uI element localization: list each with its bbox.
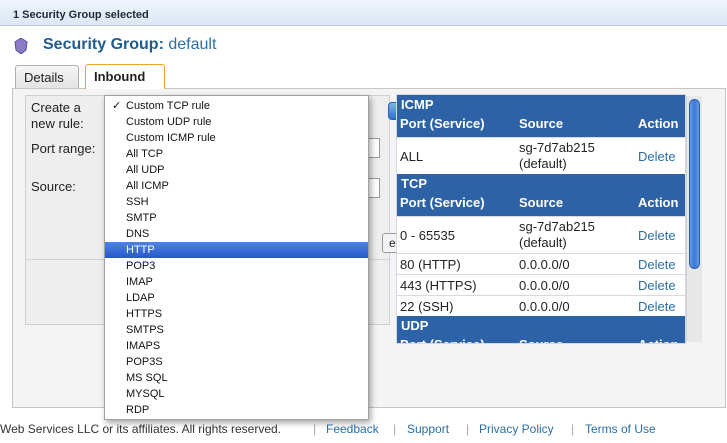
rule-port: ALL — [400, 149, 424, 164]
dropdown-option[interactable]: SSH — [105, 194, 368, 210]
security-group-icon — [14, 38, 28, 54]
rule-section-title: TCP — [401, 176, 427, 191]
footer-link-feedback[interactable]: Feedback — [326, 422, 379, 436]
dropdown-option[interactable]: POP3S — [105, 354, 368, 370]
rule-source-group: (default) — [519, 235, 567, 250]
dropdown-option[interactable]: HTTPS — [105, 306, 368, 322]
column-header-source: Source — [519, 337, 563, 343]
column-header-port: Port (Service) — [400, 195, 485, 210]
dropdown-option[interactable]: ✓ Custom TCP rule — [105, 98, 368, 114]
rules-table: ICMP Port (Service) Source Action ALL sg-7d7a… — [396, 94, 686, 344]
column-header-action: Action — [638, 337, 678, 343]
delete-rule-link[interactable]: Delete — [638, 299, 676, 314]
create-rule-label: Create a — [31, 100, 81, 115]
create-rule-label-2: new rule: — [31, 116, 84, 131]
table-row: 443 (HTTPS) 0.0.0.0/0 Delete — [397, 274, 685, 295]
dropdown-option[interactable]: DNS — [105, 226, 368, 242]
dropdown-option[interactable]: POP3 — [105, 258, 368, 274]
page-title-text: Security Group: default — [43, 36, 216, 54]
dropdown-option[interactable]: IMAP — [105, 274, 368, 290]
dropdown-option-label: Custom TCP rule — [126, 100, 210, 112]
footer: Web Services LLC or its affiliates. All … — [0, 418, 727, 443]
column-header-port: Port (Service) — [400, 116, 485, 131]
dropdown-option[interactable]: HTTP — [105, 242, 368, 258]
dropdown-option[interactable]: MS SQL — [105, 370, 368, 386]
table-row: 0 - 65535 sg-7d7ab215 (default) Delete — [397, 216, 685, 253]
footer-separator: | — [393, 422, 397, 436]
footer-separator: | — [466, 422, 470, 436]
rule-port: 22 (SSH) — [400, 299, 454, 314]
rule-source: sg-7d7ab215 — [519, 219, 595, 234]
delete-rule-link[interactable]: Delete — [638, 228, 676, 243]
rule-source-group: (default) — [519, 156, 567, 171]
tab-details[interactable]: Details — [15, 65, 79, 88]
delete-rule-link[interactable]: Delete — [638, 257, 676, 272]
footer-link-privacy-policy[interactable]: Privacy Policy — [479, 422, 554, 436]
copyright-text: Web Services LLC or its affiliates. All … — [0, 422, 282, 436]
rule-source: 0.0.0.0/0 — [519, 299, 570, 314]
selection-bar: 1 Security Group selected — [0, 0, 727, 26]
footer-link-support[interactable]: Support — [407, 422, 449, 436]
rules-scrollbar[interactable] — [686, 96, 702, 342]
rule-port: 0 - 65535 — [400, 228, 455, 243]
rule-source: 0.0.0.0/0 — [519, 278, 570, 293]
dropdown-option[interactable]: RDP — [105, 402, 368, 418]
table-row: 22 (SSH) 0.0.0.0/0 Delete — [397, 295, 685, 316]
rule-section-title: UDP — [401, 318, 429, 333]
rule-column-headers: Port (Service) Source Action — [397, 194, 685, 214]
dropdown-option[interactable]: All ICMP — [105, 178, 368, 194]
footer-link-terms-of-use[interactable]: Terms of Use — [585, 422, 656, 436]
delete-rule-link[interactable]: Delete — [638, 149, 676, 164]
checkmark-icon: ✓ — [112, 100, 122, 112]
selection-count-text: 1 Security Group selected — [13, 9, 149, 21]
column-header-action: Action — [638, 195, 679, 210]
column-header-port: Port (Service) — [400, 337, 485, 343]
port-range-label: Port range: — [31, 141, 96, 156]
tab-inbound[interactable]: Inbound — [85, 64, 165, 89]
rule-source: sg-7d7ab215 — [519, 140, 595, 155]
rule-source: 0.0.0.0/0 — [519, 257, 570, 272]
column-header-source: Source — [519, 116, 564, 131]
rule-column-headers: Port (Service) Source Action — [397, 336, 685, 343]
dropdown-option[interactable]: Custom ICMP rule — [105, 130, 368, 146]
table-row: ALL sg-7d7ab215 (default) Delete — [397, 137, 685, 174]
source-label: Source: — [31, 179, 76, 194]
rule-type-dropdown[interactable]: ✓ Custom TCP rule Custom UDP rule Custom IC… — [104, 95, 369, 420]
page-title-prefix: Security Group: — [43, 36, 164, 53]
footer-separator: | — [313, 422, 317, 436]
security-group-name: default — [168, 36, 217, 53]
delete-rule-link[interactable]: Delete — [638, 278, 676, 293]
dropdown-option[interactable]: SMTP — [105, 210, 368, 226]
rule-column-headers: Port (Service) Source Action — [397, 115, 685, 135]
dropdown-option[interactable]: All TCP — [105, 146, 368, 162]
dropdown-option[interactable]: LDAP — [105, 290, 368, 306]
dropdown-option[interactable]: Custom UDP rule — [105, 114, 368, 130]
rule-port: 80 (HTTP) — [400, 257, 461, 272]
column-header-action: Action — [638, 116, 679, 131]
footer-separator: | — [571, 422, 575, 436]
dropdown-option[interactable]: IMAPS — [105, 338, 368, 354]
scrollbar-thumb[interactable] — [689, 99, 700, 269]
rule-port: 443 (HTTPS) — [400, 278, 477, 293]
table-row: 80 (HTTP) 0.0.0.0/0 Delete — [397, 253, 685, 274]
dropdown-option[interactable]: All UDP — [105, 162, 368, 178]
dropdown-option[interactable]: MYSQL — [105, 386, 368, 402]
rule-section-title: ICMP — [401, 97, 434, 112]
dropdown-option[interactable]: SMTPS — [105, 322, 368, 338]
column-header-source: Source — [519, 195, 564, 210]
